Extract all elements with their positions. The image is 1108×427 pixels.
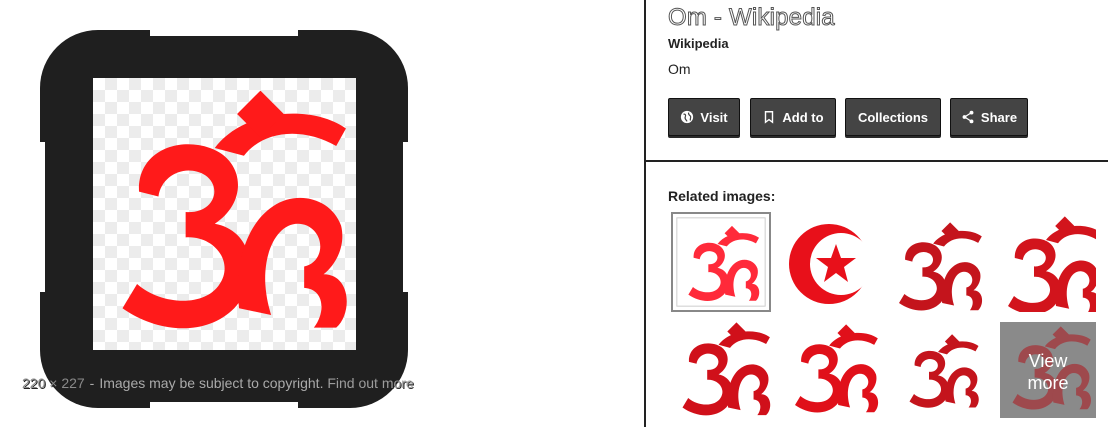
related-image-thumbnail[interactable] (888, 212, 988, 312)
view-more-line2: more (1027, 373, 1069, 393)
site-name: Wikipedia (668, 36, 729, 51)
add-to-label: Add to (782, 109, 824, 125)
frame-notch (403, 142, 408, 292)
om-symbol-image (122, 90, 347, 329)
crescent-star-image (789, 224, 872, 304)
image-meta: 220 × 227- Images may be subject to copyr… (22, 375, 414, 391)
related-image-thumbnail[interactable] (671, 212, 771, 312)
meta-separator: - (89, 375, 95, 391)
frame-notch (40, 142, 45, 292)
add-to-button[interactable]: Add to (750, 98, 836, 136)
share-icon (962, 110, 974, 124)
om-3d-thumbnail-image (899, 222, 983, 311)
frame-notch (150, 30, 298, 36)
view-more-label: View more (1000, 350, 1096, 394)
related-image-thumbnail[interactable] (784, 320, 884, 420)
related-image-thumbnail[interactable] (888, 320, 988, 420)
om-thumbnail-image (676, 217, 766, 307)
related-image-thumbnail[interactable] (671, 320, 771, 420)
frame-notch (150, 402, 298, 408)
preview-image[interactable] (93, 78, 356, 350)
related-images-label: Related images: (668, 188, 776, 204)
share-button[interactable]: Share (950, 98, 1028, 136)
om-thumbnail-image (909, 334, 979, 408)
copyright-notice: Images may be subject to copyright. (99, 375, 324, 391)
om-thumbnail-image (1008, 216, 1096, 312)
result-title[interactable]: Om - Wikipedia (668, 4, 836, 32)
om-thumbnail-image (795, 324, 879, 413)
collections-label: Collections (857, 109, 929, 125)
visit-button[interactable]: Visit (668, 98, 740, 136)
om-thumbnail-image (682, 322, 771, 416)
view-more-button[interactable]: View more (1000, 322, 1096, 418)
bookmark-icon (765, 111, 774, 124)
collections-button[interactable]: Collections (845, 98, 941, 136)
related-image-thumbnail[interactable] (996, 212, 1096, 312)
image-dimensions: 220 × 227 (22, 375, 85, 391)
visit-label: Visit (700, 109, 728, 125)
view-more-line1: View (1028, 351, 1068, 371)
globe-icon (681, 110, 694, 124)
related-image-thumbnail[interactable] (784, 212, 884, 312)
find-out-more-link[interactable]: Find out more (327, 375, 413, 391)
panel-divider-vertical (644, 0, 646, 427)
result-subtitle: Om (668, 61, 691, 77)
panel-divider-horizontal (644, 160, 1108, 162)
share-label: Share (980, 109, 1018, 125)
